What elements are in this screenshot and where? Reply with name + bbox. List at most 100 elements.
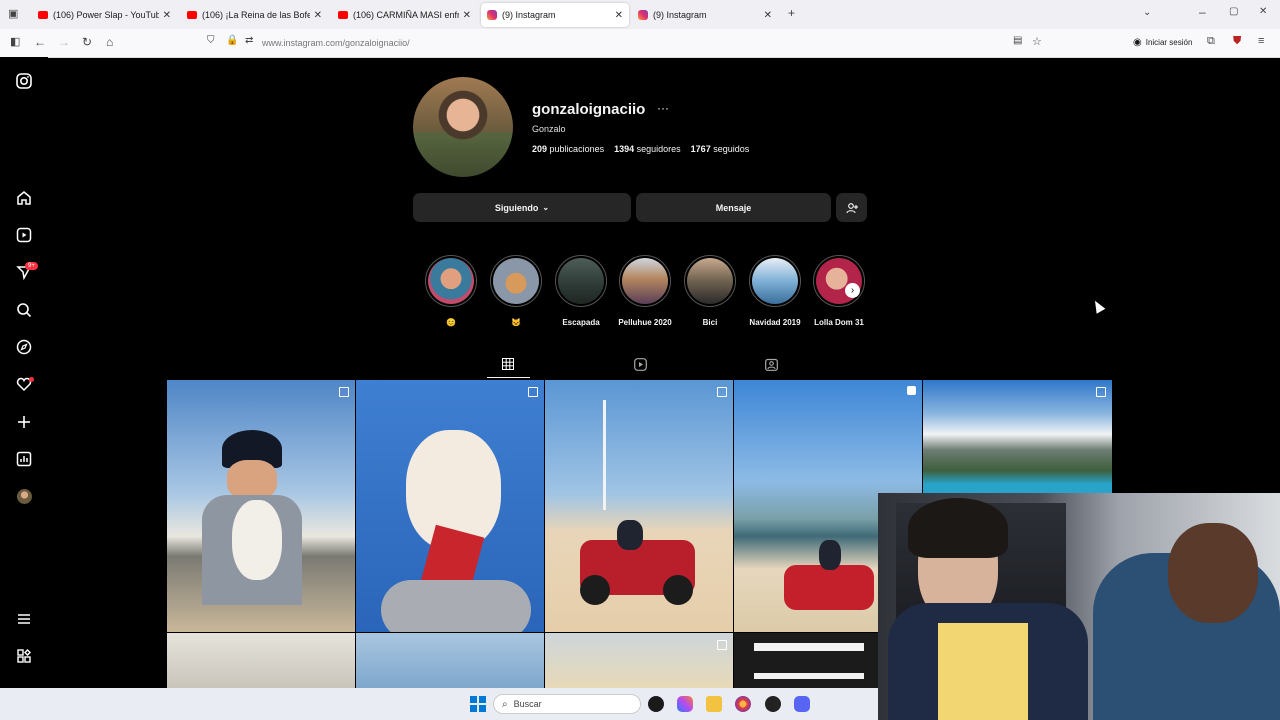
shield-icon[interactable]: ⛉ (207, 35, 215, 46)
close-tab-icon[interactable]: ✕ (615, 10, 623, 21)
followers-stat[interactable]: 1394 seguidores (614, 144, 681, 154)
highlight-5[interactable]: Bici (682, 255, 738, 327)
grid-post-2[interactable] (356, 380, 544, 632)
grid-post-8[interactable] (545, 633, 733, 688)
tab-title: (9) Instagram (502, 10, 556, 20)
search-icon[interactable] (14, 300, 34, 320)
taskbar-search-input[interactable]: ⌕ Buscar (493, 694, 641, 714)
close-tab-icon[interactable]: ✕ (163, 10, 171, 21)
highlight-cover (490, 255, 542, 307)
dashboard-icon[interactable] (14, 449, 34, 469)
webcam-overlay (878, 493, 1280, 720)
firefox-icon[interactable] (735, 696, 751, 712)
maximize-icon[interactable]: ▢ (1229, 6, 1238, 17)
chevron-down-icon[interactable]: ⌄ (1143, 7, 1151, 18)
close-tab-icon[interactable]: ✕ (314, 10, 322, 21)
tab-title: (106) CARMIÑA MASI enfrentó (353, 10, 459, 20)
tab-reels-icon[interactable] (630, 355, 650, 373)
profile-picture[interactable] (413, 77, 513, 177)
grid-post-6[interactable] (167, 633, 355, 688)
also-from-meta-icon[interactable] (14, 646, 34, 666)
highlight-6[interactable]: Navidad 2019 (747, 255, 803, 327)
profile-avatar[interactable] (14, 486, 34, 506)
grid-post-7[interactable] (356, 633, 544, 688)
highlight-cover (684, 255, 736, 307)
grid-post-5[interactable] (923, 380, 1112, 493)
close-tab-icon[interactable]: ✕ (764, 10, 772, 21)
address-bar[interactable]: www.instagram.com/gonzaloignaciio/ (262, 38, 410, 48)
grid-post-3[interactable] (545, 380, 733, 632)
app-icon-2[interactable] (765, 696, 781, 712)
extensions-icon[interactable]: ⧉ (1207, 35, 1215, 48)
home-icon[interactable] (14, 188, 34, 208)
highlight-label: Lolla Dom 31 (814, 318, 864, 327)
highlights-next-icon[interactable]: › (845, 283, 860, 298)
tab-list-icon[interactable]: ▣ (8, 7, 18, 20)
sidebar-toggle-icon[interactable]: ◧ (10, 35, 20, 48)
bookmark-star-icon[interactable]: ☆ (1032, 35, 1042, 48)
menu-icon[interactable]: ≡ (1258, 35, 1264, 47)
reels-icon[interactable] (14, 225, 34, 245)
carousel-icon (339, 387, 349, 397)
file-explorer-icon[interactable] (706, 696, 722, 712)
grid-post-9[interactable] (734, 633, 878, 688)
permissions-icon[interactable]: ⇄ (245, 35, 253, 46)
browser-tab-5[interactable]: (9) Instagram ✕ (632, 3, 778, 27)
lock-icon[interactable]: 🔒 (226, 35, 238, 46)
highlight-cover (425, 255, 477, 307)
followers-label: seguidores (636, 144, 681, 154)
highlight-cover (749, 255, 801, 307)
profile-full-name: Gonzalo (532, 124, 566, 134)
carousel-icon (528, 387, 538, 397)
highlight-4[interactable]: Pelluhue 2020 (617, 255, 673, 327)
minimize-icon[interactable]: – (1199, 5, 1206, 19)
following-button[interactable]: Siguiendo ⌄ (413, 193, 631, 222)
message-button[interactable]: Mensaje (636, 193, 831, 222)
copilot-icon[interactable] (677, 696, 693, 712)
active-tab-indicator (487, 377, 530, 378)
posts-count: 209 (532, 144, 548, 154)
browser-tab-2[interactable]: (106) ¡La Reina de las Bofetadas ✕ (181, 3, 328, 27)
close-tab-icon[interactable]: ✕ (463, 10, 471, 21)
suggest-people-button[interactable] (836, 193, 867, 222)
ublock-icon[interactable]: ⛊ (1233, 35, 1241, 48)
more-menu-icon[interactable] (14, 609, 34, 629)
reload-icon[interactable]: ↻ (82, 35, 92, 49)
windows-start-icon[interactable] (470, 696, 486, 712)
tab-posts-grid-icon[interactable] (498, 355, 518, 373)
reader-view-icon[interactable]: ▤ (1013, 35, 1022, 46)
highlight-cover (555, 255, 607, 307)
login-button[interactable]: ◉ Iniciar sesión (1133, 37, 1192, 48)
highlight-1[interactable]: 😊 (423, 255, 479, 327)
browser-tab-4[interactable]: (9) Instagram ✕ (481, 3, 629, 27)
close-window-icon[interactable]: ✕ (1259, 6, 1267, 17)
highlight-2[interactable]: 🐱 (488, 255, 544, 327)
instagram-icon (638, 10, 648, 20)
new-tab-icon[interactable]: + (788, 6, 795, 20)
discord-icon[interactable] (794, 696, 810, 712)
browser-tab-1[interactable]: (106) Power Slap - YouTube ✕ (32, 3, 177, 27)
more-options-icon[interactable]: ··· (657, 101, 669, 115)
highlight-3[interactable]: Escapada (553, 255, 609, 327)
browser-tab-bar: ▣ (106) Power Slap - YouTube ✕ (106) ¡La… (0, 0, 1280, 29)
carousel-icon (1096, 387, 1106, 397)
home-icon[interactable]: ⌂ (106, 35, 113, 49)
tab-title: (106) Power Slap - YouTube (53, 10, 159, 20)
tab-tagged-icon[interactable] (761, 355, 781, 373)
create-plus-icon[interactable] (14, 412, 34, 432)
app-icon-1[interactable] (648, 696, 664, 712)
browser-tab-3[interactable]: (106) CARMIÑA MASI enfrentó ✕ (332, 3, 477, 27)
messages-badge: 9+ (25, 262, 38, 270)
following-button-label: Siguiendo (494, 202, 539, 213)
explore-icon[interactable] (14, 337, 34, 357)
instagram-logo-icon[interactable] (14, 71, 34, 91)
posts-label: publicaciones (549, 144, 605, 154)
forward-icon[interactable]: → (58, 35, 70, 49)
url-domain: www.instagram.com (262, 38, 343, 48)
youtube-icon (187, 11, 197, 19)
back-icon[interactable]: ← (34, 35, 46, 49)
grid-post-1[interactable] (167, 380, 355, 632)
tab-title: (106) ¡La Reina de las Bofetadas (202, 10, 310, 20)
following-stat[interactable]: 1767 seguidos (691, 144, 750, 154)
tab-title: (9) Instagram (653, 10, 707, 20)
